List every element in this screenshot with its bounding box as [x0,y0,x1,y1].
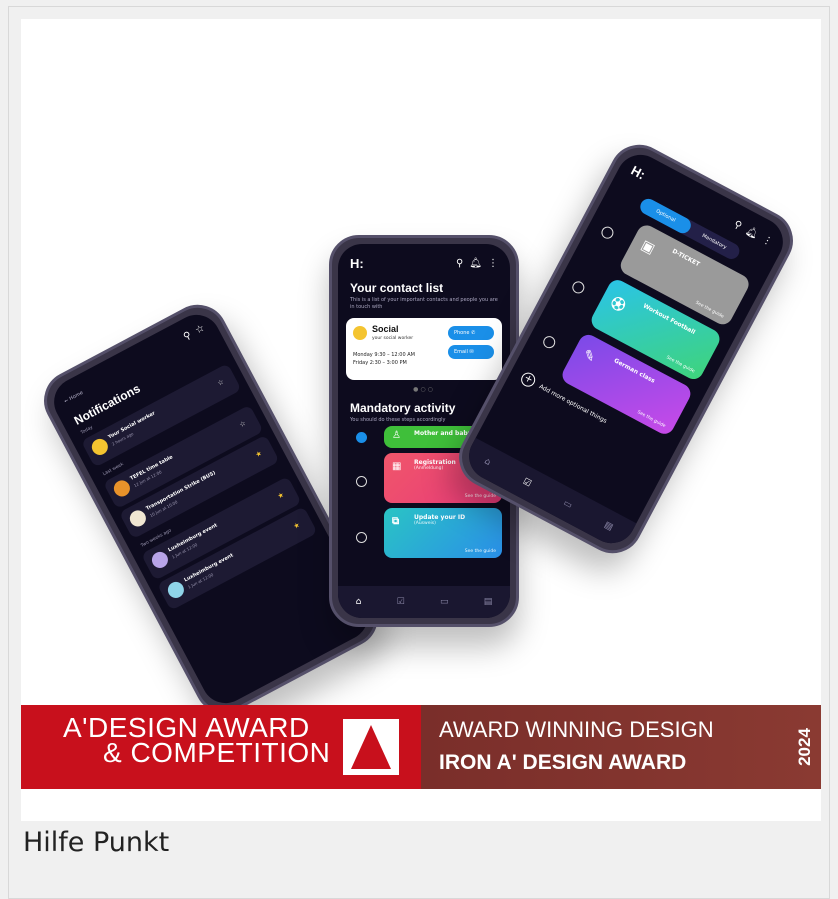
home-icon[interactable]: ⌂ [356,597,362,607]
star-icon[interactable]: ★ [254,449,263,459]
avatar [127,507,149,530]
option-title: D-TICKET [670,247,701,269]
mail-icon: ✉ [469,349,474,355]
search-icon[interactable]: ⚲ [182,330,194,343]
office-hours: Monday 9:30 – 12:00 AM Friday 2:30 – 3:0… [353,352,415,367]
award-level-label: IRON A' DESIGN AWARD [439,751,687,774]
bell-icon[interactable]: 🔔︎ [469,258,482,269]
header-icons: ⚲ 🔔︎ ⋮ [732,219,774,248]
activity-title: Mother and baby [414,429,472,437]
header-icons: ⚲ 🔔︎ ⋮ [456,258,498,269]
map-icon: ⧉ [392,515,400,527]
step-circle [541,334,558,351]
notifications-screen: ← Home ⚲ ☆ Notifications Today Your Soci… [45,306,377,712]
calendar-icon[interactable]: ▤ [484,597,493,607]
step-circle [570,279,587,296]
option-title: German class [612,357,657,385]
hours-line: Friday 2:30 – 3:00 PM [353,359,407,366]
star-icon[interactable]: ☆ [216,378,225,388]
award-line-2: & COMPETITION [103,737,331,768]
product-image: ← Home ⚲ ☆ Notifications Today Your Soci… [21,19,821,821]
star-icon[interactable]: ★ [276,491,285,501]
more-icon[interactable]: ⋮ [488,258,498,269]
contact-card[interactable]: Social your social worker Monday 9:30 – … [346,318,502,380]
checklist-icon[interactable]: ☑ [397,597,405,607]
step-circle [599,224,616,241]
see-guide-link[interactable]: See the guide [465,494,496,499]
ticket-icon: ▣ [638,237,658,258]
avatar [89,436,111,458]
see-guide-link[interactable]: See the guide [694,301,724,320]
pager-dots[interactable]: ●○○ [338,386,510,393]
star-icon[interactable]: ★ [292,521,301,531]
activity-card[interactable]: ⧉ Update your ID (Ausweis) See the guide [384,507,502,558]
avatar [149,549,171,571]
search-icon[interactable]: ⚲ [456,258,463,269]
person-icon [353,326,367,340]
app-logo: H: [628,162,648,183]
plus-icon: + [518,370,538,390]
back-link[interactable]: ← Home [63,389,84,404]
hours-line: Monday 9:30 – 12:00 AM [353,352,415,358]
avatar [111,477,133,500]
activity-title: Update your ID [414,513,466,521]
option-list: ▣ D-TICKET See the guide ⚽︎ Workout Foot… [518,200,762,443]
award-banner-left: A'DESIGN AWARD & COMPETITION [21,705,421,789]
activity-subtitle: (Ausweis) [414,520,436,526]
bottom-nav: ⌂ ☑ ▭ ▤ [338,586,510,618]
mother-icon: ♙ [392,429,401,441]
phone-icon: ✆ [471,330,476,336]
football-icon: ⚽︎ [607,294,628,316]
bell-icon[interactable]: 🔔︎ [744,225,760,241]
board-icon[interactable]: ▭ [561,498,573,511]
board-icon[interactable]: ▭ [440,597,449,607]
email-button-label: Email [454,349,468,355]
see-guide-link[interactable]: See the guide [665,355,695,374]
phone-button[interactable]: Phone ✆ [448,326,494,340]
award-year: 2024 [795,728,814,766]
home-icon[interactable]: ⌂ [483,456,493,468]
search-icon[interactable]: ⚲ [732,219,744,232]
calendar-icon[interactable]: ▤ [602,520,614,533]
award-banner-right: AWARD WINNING DESIGN IRON A' DESIGN AWAR… [421,705,821,789]
contacts-subtitle: This is a list of your important contact… [350,297,498,310]
see-guide-link[interactable]: See the guide [465,549,496,554]
step-circle [356,475,367,487]
phone-button-label: Phone [454,330,470,336]
contact-name: Social [372,324,399,334]
star-icon[interactable]: ☆ [238,419,247,429]
more-icon[interactable]: ⋮ [760,234,774,248]
check-icon [356,431,367,443]
home-header: H: ⚲ 🔔︎ ⋮ [338,244,510,277]
award-logo-icon [343,719,399,775]
checklist-icon[interactable]: ☑ [521,477,533,490]
design-title: Hilfe Punkt [23,827,170,858]
see-guide-link[interactable]: See the guide [636,410,666,429]
building-icon: ▦ [392,460,402,472]
image-card: ← Home ⚲ ☆ Notifications Today Your Soci… [8,6,830,899]
step-circle [356,531,367,543]
chat-icon: ✎ [580,346,598,367]
avatar [165,579,187,601]
award-banner: A'DESIGN AWARD & COMPETITION AWARD WINNI… [21,705,821,789]
email-button[interactable]: Email ✉ [448,345,494,359]
award-winning-label: AWARD WINNING DESIGN [439,717,714,742]
star-icon[interactable]: ☆ [193,323,206,337]
contacts-title: Your contact list [350,281,444,295]
app-logo: H: [350,256,364,271]
contact-role: your social worker [372,336,414,341]
